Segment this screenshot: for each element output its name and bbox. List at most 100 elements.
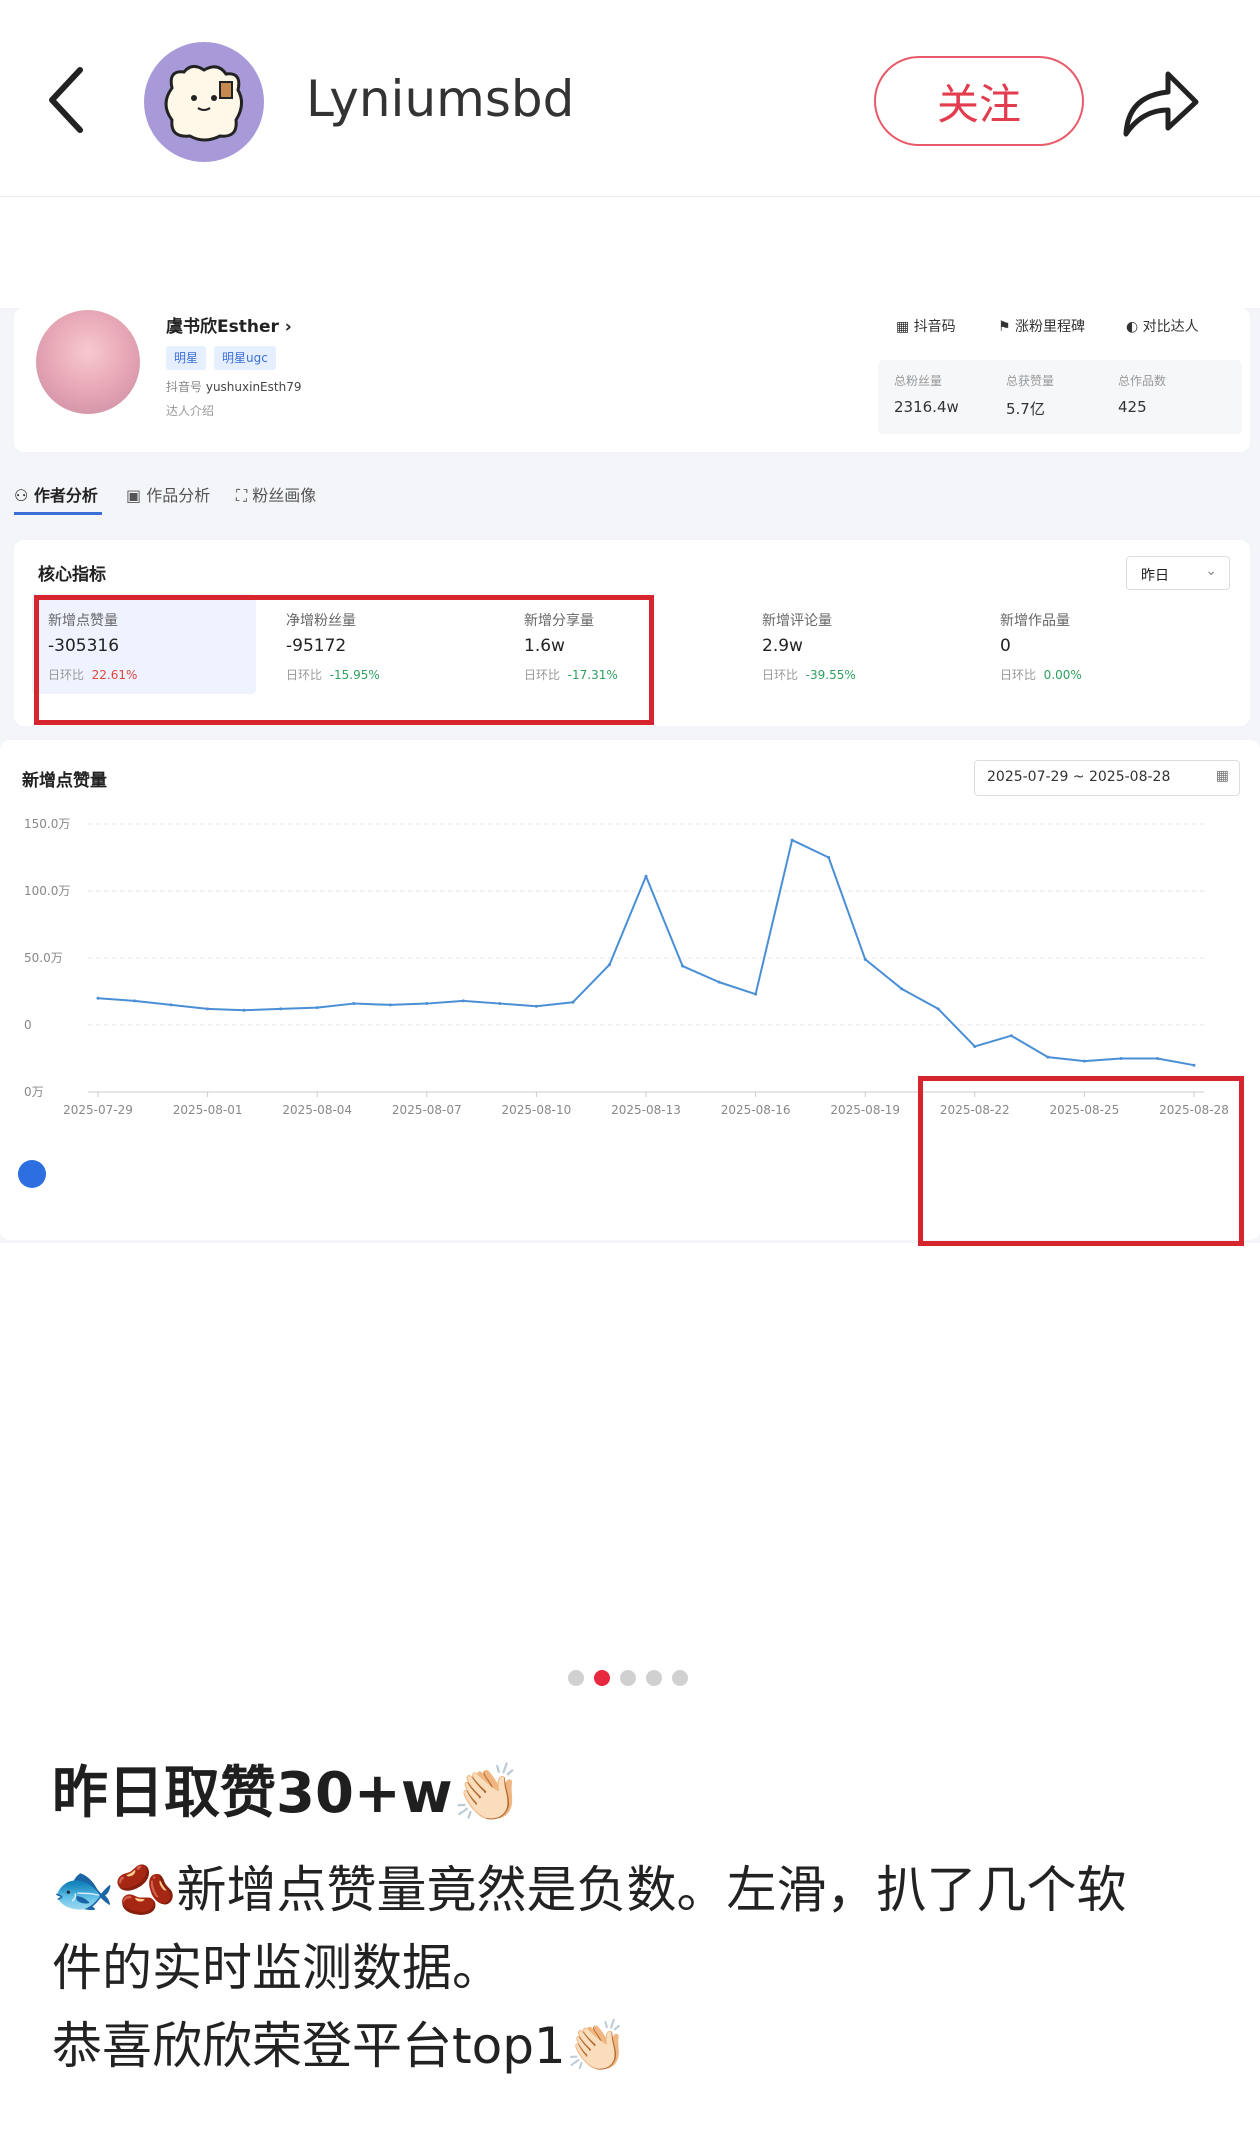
y-tick-label: 150.0万 <box>24 817 70 831</box>
stat-value: 2316.4w <box>894 398 959 416</box>
x-tick-label: 2025-08-10 <box>502 1103 572 1117</box>
data-point[interactable] <box>717 980 721 984</box>
data-point[interactable] <box>571 1000 575 1004</box>
data-point[interactable] <box>133 999 137 1003</box>
data-point[interactable] <box>827 856 831 859</box>
intro-label: 达人介绍 <box>166 404 215 418</box>
tab-works-analysis[interactable]: ▣ 作品分析 <box>126 482 210 506</box>
x-tick-label: 2025-08-07 <box>392 1103 462 1117</box>
metric-new-works[interactable]: 新增作品量 0 日环比 0.00% <box>984 594 1208 694</box>
metric-change: 日环比 -39.55% <box>762 668 856 682</box>
data-point[interactable] <box>1082 1059 1086 1063</box>
data-point[interactable] <box>388 1003 392 1007</box>
metric-label: 新增作品量 <box>1000 613 1070 629</box>
post-body-line: 件的实时监测数据。 <box>52 1939 502 1997</box>
flag-icon: ⚑ <box>998 319 1011 335</box>
floating-assistant-icon[interactable] <box>18 1160 46 1188</box>
metrics-title: 核心指标 <box>38 565 106 585</box>
date-range-picker[interactable]: 2025-07-29 ~ 2025-08-28 ▦ <box>974 760 1240 796</box>
data-point[interactable] <box>607 963 611 967</box>
back-arrow-icon[interactable] <box>40 62 100 138</box>
data-point[interactable] <box>1192 1063 1196 1067</box>
period-value: 昨日 <box>1141 568 1169 584</box>
post-body-line: 🐟🫘新增点赞量竟然是负数。左滑，扒了几个软 <box>52 1861 1127 1919</box>
pagination-dot[interactable] <box>620 1670 636 1686</box>
tab-underline <box>14 512 102 515</box>
data-point[interactable] <box>1046 1055 1050 1059</box>
profile-stats: 总粉丝量 2316.4w 总获赞量 5.7亿 总作品数 425 <box>878 360 1242 434</box>
y-tick-label: 0 <box>24 1018 32 1032</box>
milestone-button[interactable]: ⚑ 涨粉里程碑 <box>998 316 1085 336</box>
data-point[interactable] <box>1155 1057 1159 1060</box>
data-point[interactable] <box>534 1004 538 1008</box>
data-point[interactable] <box>461 999 465 1003</box>
pagination-dot[interactable] <box>594 1670 610 1686</box>
x-tick-label: 2025-08-16 <box>721 1103 791 1117</box>
pagination-dot[interactable] <box>672 1670 688 1686</box>
stat-label: 总粉丝量 <box>894 374 943 388</box>
follow-button[interactable]: 关注 <box>874 56 1084 146</box>
data-point[interactable] <box>96 996 100 1000</box>
data-point[interactable] <box>315 1006 319 1010</box>
calendar-icon: ▦ <box>1215 768 1229 784</box>
data-point[interactable] <box>863 957 867 961</box>
data-point[interactable] <box>936 1007 940 1011</box>
post-body-line: 恭喜欣欣荣登平台top1👏🏻 <box>52 2017 629 2075</box>
data-point[interactable] <box>425 1002 429 1006</box>
x-tick-label: 2025-07-29 <box>63 1103 133 1117</box>
chart-title: 新增点赞量 <box>22 771 107 791</box>
top-bar: Lyniumsbd 关注 <box>0 0 1260 197</box>
x-tick-label: 2025-08-04 <box>282 1103 352 1117</box>
data-point[interactable] <box>498 1002 502 1006</box>
profile-avatar <box>36 310 140 414</box>
data-point[interactable] <box>900 987 904 991</box>
qr-icon: ▦ <box>896 319 910 335</box>
compare-button[interactable]: ◐ 对比达人 <box>1126 316 1199 336</box>
douyin-code-button[interactable]: ▦ 抖音码 <box>896 316 956 336</box>
period-select[interactable]: 昨日 ⌄ <box>1126 556 1230 590</box>
film-icon: ▣ <box>126 486 142 505</box>
data-point[interactable] <box>644 874 648 878</box>
data-point[interactable] <box>681 964 685 968</box>
profile-card: 虞书欣Esther › 明星 明星ugc 抖音号 yushuxinEsth79 … <box>14 308 1250 452</box>
author-name[interactable]: Lyniumsbd <box>306 70 574 128</box>
stat-label: 总作品数 <box>1118 374 1167 388</box>
data-point[interactable] <box>279 1007 283 1011</box>
metric-value: 0 <box>1000 636 1011 656</box>
data-point[interactable] <box>1119 1057 1123 1060</box>
data-point[interactable] <box>242 1008 246 1012</box>
metric-label: 新增评论量 <box>762 613 832 629</box>
data-point[interactable] <box>1009 1034 1013 1038</box>
analysis-tabs: ⚇ 作者分析 ▣ 作品分析 ⛶ 粉丝画像 <box>14 476 1254 516</box>
y-tick-label: 0万 <box>24 1085 44 1099</box>
data-point[interactable] <box>790 838 794 842</box>
date-range-value: 2025-07-29 ~ 2025-08-28 <box>987 769 1171 785</box>
tag-star-ugc: 明星ugc <box>214 346 276 370</box>
profile-name[interactable]: 虞书欣Esther › <box>166 312 292 337</box>
x-tick-label: 2025-08-13 <box>611 1103 681 1117</box>
tab-fan-profile[interactable]: ⛶ 粉丝画像 <box>236 482 316 506</box>
scan-icon: ⛶ <box>236 486 248 505</box>
pagination-dot[interactable] <box>646 1670 662 1686</box>
data-point[interactable] <box>352 1002 356 1006</box>
y-tick-label: 100.0万 <box>24 884 70 898</box>
pagination-dot[interactable] <box>568 1670 584 1686</box>
post-title: 昨日取赞30+w👏🏻 <box>52 1761 523 1826</box>
data-point[interactable] <box>206 1007 210 1011</box>
stat-label: 总获赞量 <box>1006 374 1055 388</box>
tab-author-analysis[interactable]: ⚇ 作者分析 <box>14 482 98 506</box>
share-icon[interactable] <box>1118 66 1202 142</box>
metric-new-comments[interactable]: 新增评论量 2.9w 日环比 -39.55% <box>746 594 970 694</box>
data-point[interactable] <box>169 1003 173 1007</box>
stat-value: 5.7亿 <box>1006 400 1045 418</box>
data-point[interactable] <box>973 1044 977 1048</box>
douyin-id: 抖音号 yushuxinEsth79 <box>166 380 302 394</box>
data-point[interactable] <box>754 992 758 996</box>
tag-star: 明星 <box>166 346 207 370</box>
author-avatar[interactable] <box>144 42 264 162</box>
stat-value: 425 <box>1118 398 1147 416</box>
highlight-box-metrics <box>34 595 654 725</box>
person-icon: ⚇ <box>14 486 29 505</box>
highlight-box-chart <box>918 1076 1244 1246</box>
chevron-down-icon: ⌄ <box>1205 563 1217 579</box>
